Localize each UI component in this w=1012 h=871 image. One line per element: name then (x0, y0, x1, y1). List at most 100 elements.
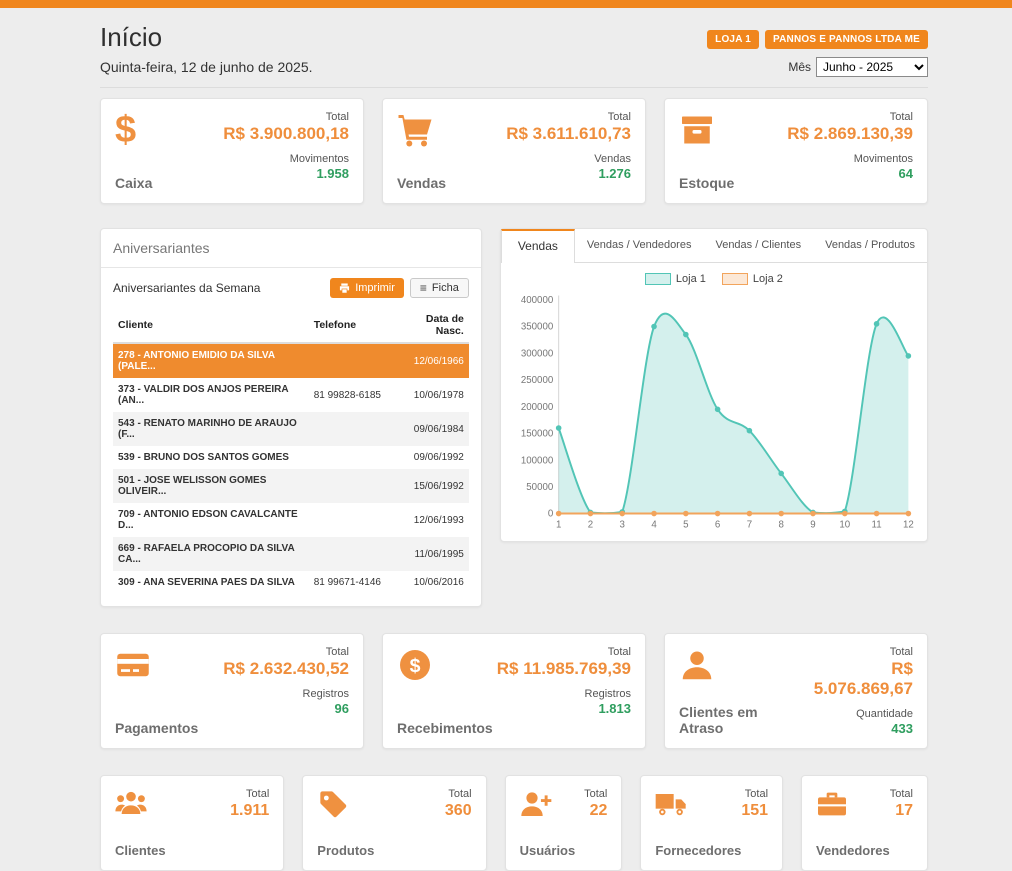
table-row[interactable]: 543 - RENATO MARINHO DE ARAUJO (F... 09/… (113, 412, 469, 446)
tab-vendas[interactable]: Vendas (501, 229, 575, 263)
cliente-cell: 309 - ANA SEVERINA PAES DA SILVA (113, 571, 309, 594)
svg-text:1: 1 (556, 520, 561, 531)
chart-legend: Loja 1 Loja 2 (509, 273, 919, 285)
card-title-vendedores: Vendedores (816, 843, 890, 858)
people-icon (115, 788, 166, 825)
telefone-cell (309, 412, 398, 446)
total-label: Total (497, 646, 631, 658)
dollar-circle-icon: $ (397, 646, 435, 684)
nascimento-cell: 15/06/1992 (398, 469, 469, 503)
clientes-atraso-card: Clientes em Atraso Total R$ 5.076.869,67… (664, 633, 928, 749)
count-label: Registros (223, 688, 349, 700)
total-value: R$ 5.076.869,67 (796, 659, 913, 699)
card-title-usuarios: Usuários (520, 843, 576, 858)
table-row[interactable]: 709 - ANTONIO EDSON CAVALCANTE D... 12/0… (113, 503, 469, 537)
telefone-cell: 81 99828-6185 (309, 378, 398, 412)
svg-text:350000: 350000 (521, 322, 554, 333)
ficha-button[interactable]: ≡ Ficha (410, 278, 469, 298)
total-value: 22 (584, 802, 607, 820)
count-label: Movimentos (787, 153, 913, 165)
list-icon: ≡ (420, 282, 427, 294)
nascimento-cell: 10/06/2016 (398, 571, 469, 594)
count-label: Registros (497, 688, 631, 700)
table-row[interactable]: 278 - ANTONIO EMIDIO DA SILVA (PALE... 1… (113, 343, 469, 378)
svg-text:6: 6 (715, 520, 720, 531)
table-row[interactable]: 373 - VALDIR DOS ANJOS PEREIRA (AN... 81… (113, 378, 469, 412)
count-label: Vendas (506, 153, 631, 165)
sales-panel: Vendas Vendas / Vendedores Vendas / Clie… (500, 228, 928, 542)
tab-vendas-clientes[interactable]: Vendas / Clientes (703, 229, 813, 262)
total-value: 1.911 (230, 802, 269, 820)
birthdays-subtitle: Aniversariantes da Semana (113, 281, 260, 295)
sales-chart-area: Loja 1 Loja 2 05000010000015000020000025… (501, 263, 927, 541)
total-value: 17 (890, 802, 913, 820)
total-label: Total (230, 788, 269, 800)
total-label: Total (223, 646, 349, 658)
total-label: Total (223, 111, 349, 123)
page-title: Início (100, 22, 162, 53)
card-title-fornecedores: Fornecedores (655, 843, 741, 858)
print-button[interactable]: Imprimir (330, 278, 404, 298)
header-divider (100, 87, 928, 88)
legend-label-loja2: Loja 2 (753, 273, 783, 285)
tab-vendas-produtos[interactable]: Vendas / Produtos (813, 229, 927, 262)
total-label: Total (506, 111, 631, 123)
truck-icon (655, 788, 741, 825)
count-value: 1.276 (506, 166, 631, 181)
store-button[interactable]: LOJA 1 (707, 30, 759, 49)
svg-text:7: 7 (747, 520, 752, 531)
cliente-cell: 709 - ANTONIO EDSON CAVALCANTE D... (113, 503, 309, 537)
total-label: Total (796, 646, 913, 658)
legend-swatch-loja1 (645, 273, 671, 285)
current-date: Quinta-feira, 12 de junho de 2025. (100, 59, 313, 75)
produtos-card: Produtos Total 360 (302, 775, 486, 871)
col-nascimento: Data de Nasc. (398, 308, 469, 343)
telefone-cell (309, 503, 398, 537)
total-label: Total (787, 111, 913, 123)
count-value: 1.958 (223, 166, 349, 181)
birthdays-table: Cliente Telefone Data de Nasc. 278 - ANT… (113, 308, 469, 594)
telefone-cell (309, 469, 398, 503)
birthdays-panel-title: Aniversariantes (101, 229, 481, 268)
sales-line-chart: 0500001000001500002000002500003000003500… (509, 289, 919, 535)
total-value: R$ 3.900.800,18 (223, 124, 349, 144)
table-row[interactable]: 309 - ANA SEVERINA PAES DA SILVA 81 9967… (113, 571, 469, 594)
svg-text:8: 8 (778, 520, 783, 531)
vendedores-card: Vendedores Total 17 (801, 775, 928, 871)
svg-text:250000: 250000 (521, 375, 554, 386)
telefone-cell (309, 537, 398, 571)
cliente-cell: 539 - BRUNO DOS SANTOS GOMES (113, 446, 309, 469)
svg-text:10: 10 (839, 520, 850, 531)
svg-text:100000: 100000 (521, 455, 554, 466)
month-select[interactable]: Junho - 2025 (816, 57, 928, 77)
svg-text:400000: 400000 (521, 295, 554, 306)
svg-text:200000: 200000 (521, 402, 554, 413)
usuarios-card: Usuários Total 22 (505, 775, 623, 871)
recebimentos-card: $ Recebimentos Total R$ 11.985.769,39 Re… (382, 633, 646, 749)
total-value: R$ 3.611.610,73 (506, 124, 631, 144)
table-row[interactable]: 669 - RAFAELA PROCOPIO DA SILVA CA... 11… (113, 537, 469, 571)
card-title-estoque: Estoque (679, 175, 734, 191)
count-value: 1.813 (497, 701, 631, 716)
company-button[interactable]: PANNOS E PANNOS LTDA ME (765, 30, 928, 49)
pagamentos-card: Pagamentos Total R$ 2.632.430,52 Registr… (100, 633, 364, 749)
svg-text:300000: 300000 (521, 348, 554, 359)
cliente-cell: 373 - VALDIR DOS ANJOS PEREIRA (AN... (113, 378, 309, 412)
printer-icon (339, 283, 350, 294)
clientes-card: Clientes Total 1.911 (100, 775, 284, 871)
total-label: Total (890, 788, 913, 800)
telefone-cell: 81 99671-4146 (309, 571, 398, 594)
table-row[interactable]: 501 - JOSE WELISSON GOMES OLIVEIR... 15/… (113, 469, 469, 503)
count-value: 64 (787, 166, 913, 181)
ficha-button-label: Ficha (432, 282, 459, 294)
card-title-clientes: Clientes (115, 843, 166, 858)
fornecedores-card: Fornecedores Total 151 (640, 775, 783, 871)
table-row[interactable]: 539 - BRUNO DOS SANTOS GOMES 09/06/1992 (113, 446, 469, 469)
dollar-icon: $ (115, 111, 153, 149)
tab-vendas-vendedores[interactable]: Vendas / Vendedores (575, 229, 704, 262)
svg-text:9: 9 (810, 520, 815, 531)
svg-text:12: 12 (903, 520, 914, 531)
count-label: Quantidade (796, 708, 913, 720)
tag-icon (317, 788, 374, 825)
col-cliente: Cliente (113, 308, 309, 343)
